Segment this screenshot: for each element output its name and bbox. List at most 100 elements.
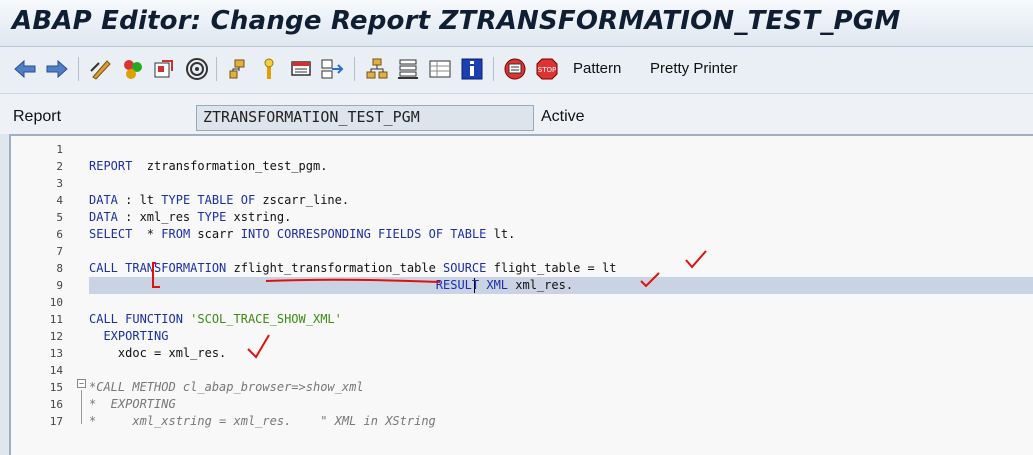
- code-line-15[interactable]: 15 *CALL METHOD cl_abap_browser=>show_xml: [11, 379, 1033, 396]
- line-number: 8: [56, 262, 63, 275]
- title-bar: ABAP Editor: Change Report ZTRANSFORMATI…: [0, 0, 1033, 47]
- line-number: 17: [49, 415, 63, 428]
- line-number: 6: [56, 228, 63, 241]
- display-change-icon[interactable]: [88, 56, 114, 82]
- keyword-token: TYPE: [197, 210, 227, 224]
- code-line-7[interactable]: 7: [11, 243, 1033, 260]
- code-text[interactable]: DATA : lt TYPE TABLE OF zscarr_line.: [89, 193, 349, 207]
- line-number: 5: [56, 211, 63, 224]
- report-name-field[interactable]: ZTRANSFORMATION_TEST_PGM: [196, 105, 534, 131]
- hierarchy-icon[interactable]: [364, 56, 390, 82]
- code-line-9[interactable]: 9 RESULT XML xml_res.: [11, 277, 1033, 294]
- line-number: 1: [56, 143, 63, 156]
- code-text[interactable]: xdoc = xml_res.: [89, 346, 226, 360]
- line-number: 14: [49, 364, 63, 377]
- code-line-12[interactable]: 12 EXPORTING: [11, 328, 1033, 345]
- back-arrow-icon[interactable]: [12, 56, 38, 82]
- keyword-token: FROM: [161, 227, 191, 241]
- line-number: 3: [56, 177, 63, 190]
- object-tree-icon[interactable]: [226, 56, 252, 82]
- line-number: 10: [49, 296, 63, 309]
- keyword-token: EXPORTING: [103, 329, 169, 343]
- code-token: lt.: [486, 227, 516, 241]
- code-token: xml_res.: [508, 278, 574, 292]
- code-text[interactable]: CALL FUNCTION 'SCOL_TRACE_SHOW_XML': [89, 312, 342, 326]
- keyword-token: SOURCE: [443, 261, 487, 275]
- code-line-2[interactable]: 2 REPORT ztransformation_test_pgm.: [11, 158, 1033, 175]
- window-title: ABAP Editor: Change Report ZTRANSFORMATI…: [12, 6, 901, 36]
- forward-arrow-icon[interactable]: [44, 56, 70, 82]
- comment-token: * xml_xstring = xml_res. " XML in XStrin…: [89, 414, 436, 428]
- display-object-icon[interactable]: [288, 56, 314, 82]
- code-line-16[interactable]: 16 * EXPORTING: [11, 396, 1033, 413]
- code-editor[interactable]: − 1 2 REPORT ztransformation_test_pgm. 3 4 DA…: [9, 134, 1033, 455]
- keyword-token: DATA: [89, 210, 118, 224]
- pattern-button[interactable]: Pattern: [573, 60, 621, 77]
- where-used-icon[interactable]: [184, 56, 210, 82]
- code-text[interactable]: RESULT XML xml_res.: [89, 278, 573, 292]
- code-token: flight_table = lt: [486, 261, 617, 275]
- code-token: xstring.: [226, 210, 292, 224]
- code-token: : xml_res: [117, 210, 198, 224]
- keyword-token: CALL FUNCTION: [89, 312, 183, 326]
- code-text[interactable]: * EXPORTING: [89, 397, 176, 411]
- code-token: xdoc = xml_res.: [89, 346, 227, 360]
- line-number: 11: [49, 313, 63, 326]
- code-line-10[interactable]: 10: [11, 294, 1033, 311]
- code-token: zscarr_line.: [255, 193, 350, 207]
- comment-token: *CALL METHOD cl_abap_browser=>show_xml: [89, 380, 364, 394]
- line-number: 13: [49, 347, 63, 360]
- code-line-6[interactable]: 6 SELECT * FROM scarr INTO CORRESPONDING …: [11, 226, 1033, 243]
- stop-icon[interactable]: STOP: [534, 56, 560, 82]
- code-line-8[interactable]: 8 CALL TRANSFORMATION zflight_transformat…: [11, 260, 1033, 277]
- activate-icon[interactable]: [120, 56, 146, 82]
- keyword-token: SELECT: [89, 227, 133, 241]
- code-token: scarr: [190, 227, 241, 241]
- stack-icon[interactable]: [395, 56, 421, 82]
- code-token: ztransformation_test_pgm.: [132, 159, 328, 173]
- code-line-13[interactable]: 13 xdoc = xml_res.: [11, 345, 1033, 362]
- code-line-1[interactable]: 1: [11, 141, 1033, 158]
- application-toolbar: STOP Pattern Pretty Printer: [0, 47, 1033, 94]
- set-breakpoint-icon[interactable]: [502, 56, 528, 82]
- keyword-token: INTO CORRESPONDING FIELDS OF TABLE: [240, 227, 487, 241]
- code-token: : lt: [117, 193, 162, 207]
- svg-text:STOP: STOP: [538, 66, 556, 74]
- table-view-icon[interactable]: [427, 56, 453, 82]
- keyword-token: DATA: [89, 193, 118, 207]
- code-line-4[interactable]: 4 DATA : lt TYPE TABLE OF zscarr_line.: [11, 192, 1033, 209]
- code-text[interactable]: SELECT * FROM scarr INTO CORRESPONDING F…: [89, 227, 515, 241]
- code-token: *: [132, 227, 162, 241]
- code-line-5[interactable]: 5 DATA : xml_res TYPE xstring.: [11, 209, 1033, 226]
- breakpoint-icon[interactable]: [256, 56, 282, 82]
- code-line-3[interactable]: 3: [11, 175, 1033, 192]
- line-number: 16: [49, 398, 63, 411]
- info-icon[interactable]: [459, 56, 485, 82]
- code-text[interactable]: * xml_xstring = xml_res. " XML in XStrin…: [89, 414, 436, 428]
- line-number: 2: [56, 160, 63, 173]
- report-status: Active: [541, 108, 585, 125]
- keyword-token: TYPE TABLE OF: [161, 193, 256, 207]
- code-text[interactable]: REPORT ztransformation_test_pgm.: [89, 159, 327, 173]
- line-number: 15: [49, 381, 63, 394]
- navigation-icon[interactable]: [320, 56, 346, 82]
- keyword-token: CALL TRANSFORMATION: [89, 261, 227, 275]
- line-number: 4: [56, 194, 63, 207]
- string-token: 'SCOL_TRACE_SHOW_XML': [190, 312, 342, 326]
- code-line-11[interactable]: 11 CALL FUNCTION 'SCOL_TRACE_SHOW_XML': [11, 311, 1033, 328]
- line-number: 7: [56, 245, 63, 258]
- code-line-17[interactable]: 17 * xml_xstring = xml_res. " XML in XStr…: [11, 413, 1033, 430]
- keyword-token: REPORT: [89, 159, 133, 173]
- code-text[interactable]: DATA : xml_res TYPE xstring.: [89, 210, 291, 224]
- code-text[interactable]: *CALL METHOD cl_abap_browser=>show_xml: [89, 380, 364, 394]
- code-text[interactable]: EXPORTING: [89, 329, 168, 343]
- code-text[interactable]: CALL TRANSFORMATION zflight_transformati…: [89, 261, 616, 275]
- pretty-printer-button[interactable]: Pretty Printer: [650, 60, 738, 77]
- keyword-token: RESULT XML: [435, 278, 509, 292]
- check-icon[interactable]: [151, 56, 177, 82]
- code-line-14[interactable]: 14: [11, 362, 1033, 379]
- code-token: zflight_transformation_table: [226, 261, 444, 275]
- line-number: 9: [56, 279, 63, 292]
